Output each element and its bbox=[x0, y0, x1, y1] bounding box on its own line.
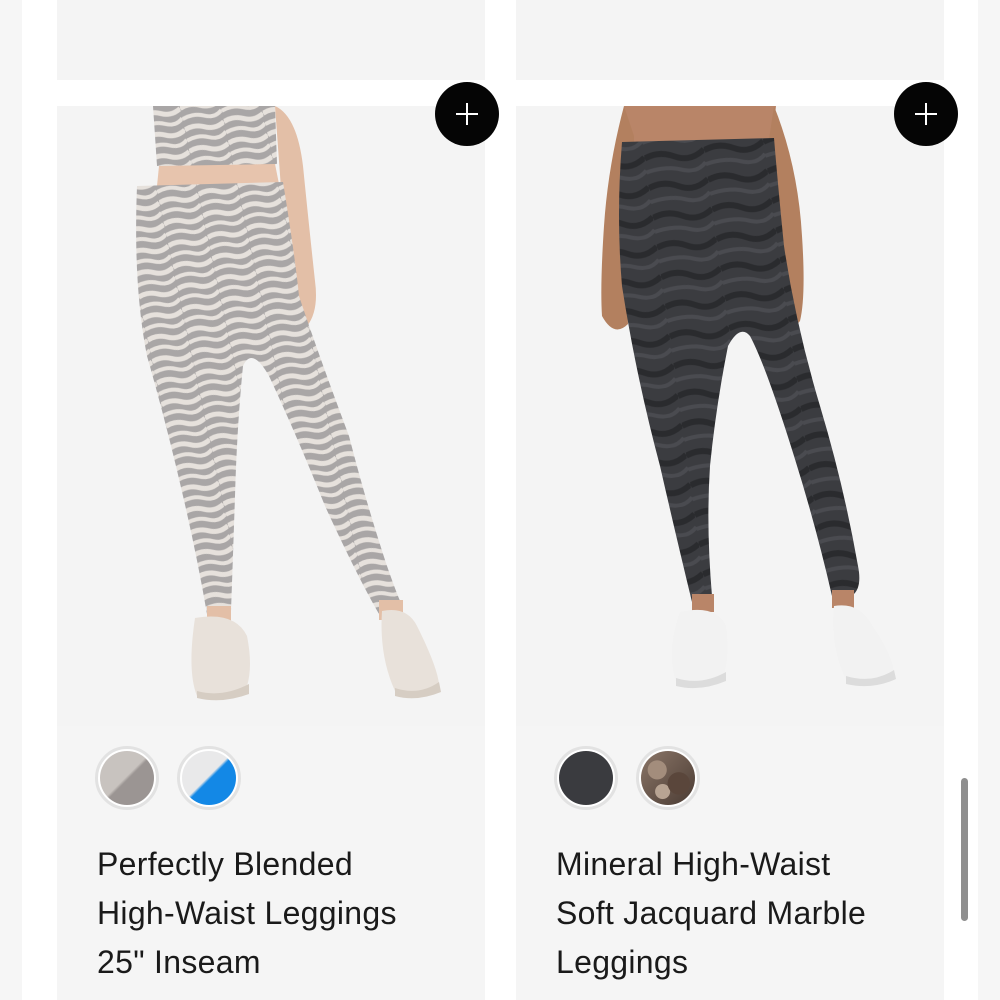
product-title[interactable]: Perfectly Blended High-Waist Leggings 25… bbox=[97, 840, 477, 987]
swatch-white-blue-color bbox=[182, 751, 236, 805]
previous-card-bottom bbox=[57, 0, 485, 80]
color-swatches bbox=[95, 746, 241, 816]
product-title-line-2: Soft Jacquard Marble bbox=[556, 895, 867, 931]
swatch-charcoal-color bbox=[559, 751, 613, 805]
product-title-line-2: High-Waist Leggings bbox=[97, 895, 397, 931]
product-card-perfectly-blended[interactable]: Perfectly Blended High-Waist Leggings 25… bbox=[57, 0, 485, 1000]
color-swatches bbox=[554, 746, 700, 816]
add-to-cart-button[interactable] bbox=[894, 82, 958, 146]
plus-icon-vertical bbox=[466, 103, 468, 125]
product-title-line-1: Mineral High-Waist bbox=[556, 846, 831, 882]
product-title[interactable]: Mineral High-Waist Soft Jacquard Marble … bbox=[556, 840, 936, 987]
product-card-mineral-jacquard[interactable]: Mineral High-Waist Soft Jacquard Marble … bbox=[516, 0, 944, 1000]
add-to-cart-button[interactable] bbox=[435, 82, 499, 146]
product-image[interactable] bbox=[516, 106, 944, 726]
vertical-scrollbar[interactable] bbox=[961, 778, 968, 921]
swatch-grey-zebra-color bbox=[100, 751, 154, 805]
swatch-white-blue[interactable] bbox=[177, 746, 241, 810]
plus-icon-vertical bbox=[925, 103, 927, 125]
leggings-grey-zebra-image bbox=[57, 106, 485, 726]
product-title-line-3: 25" Inseam bbox=[97, 944, 261, 980]
product-card-body: Mineral High-Waist Soft Jacquard Marble … bbox=[516, 106, 944, 1000]
swatch-marble-brown[interactable] bbox=[636, 746, 700, 810]
swatch-charcoal[interactable] bbox=[554, 746, 618, 810]
product-card-body: Perfectly Blended High-Waist Leggings 25… bbox=[57, 106, 485, 1000]
product-image[interactable] bbox=[57, 106, 485, 726]
product-grid-page: Perfectly Blended High-Waist Leggings 25… bbox=[0, 0, 1000, 1000]
left-edge-strip bbox=[0, 0, 22, 1000]
previous-card-bottom bbox=[516, 0, 944, 80]
swatch-marble-brown-color bbox=[641, 751, 695, 805]
leggings-charcoal-marble-image bbox=[516, 106, 944, 726]
product-title-line-1: Perfectly Blended bbox=[97, 846, 353, 882]
right-edge-strip bbox=[978, 0, 1000, 1000]
product-title-line-3: Leggings bbox=[556, 944, 689, 980]
swatch-grey-zebra[interactable] bbox=[95, 746, 159, 810]
